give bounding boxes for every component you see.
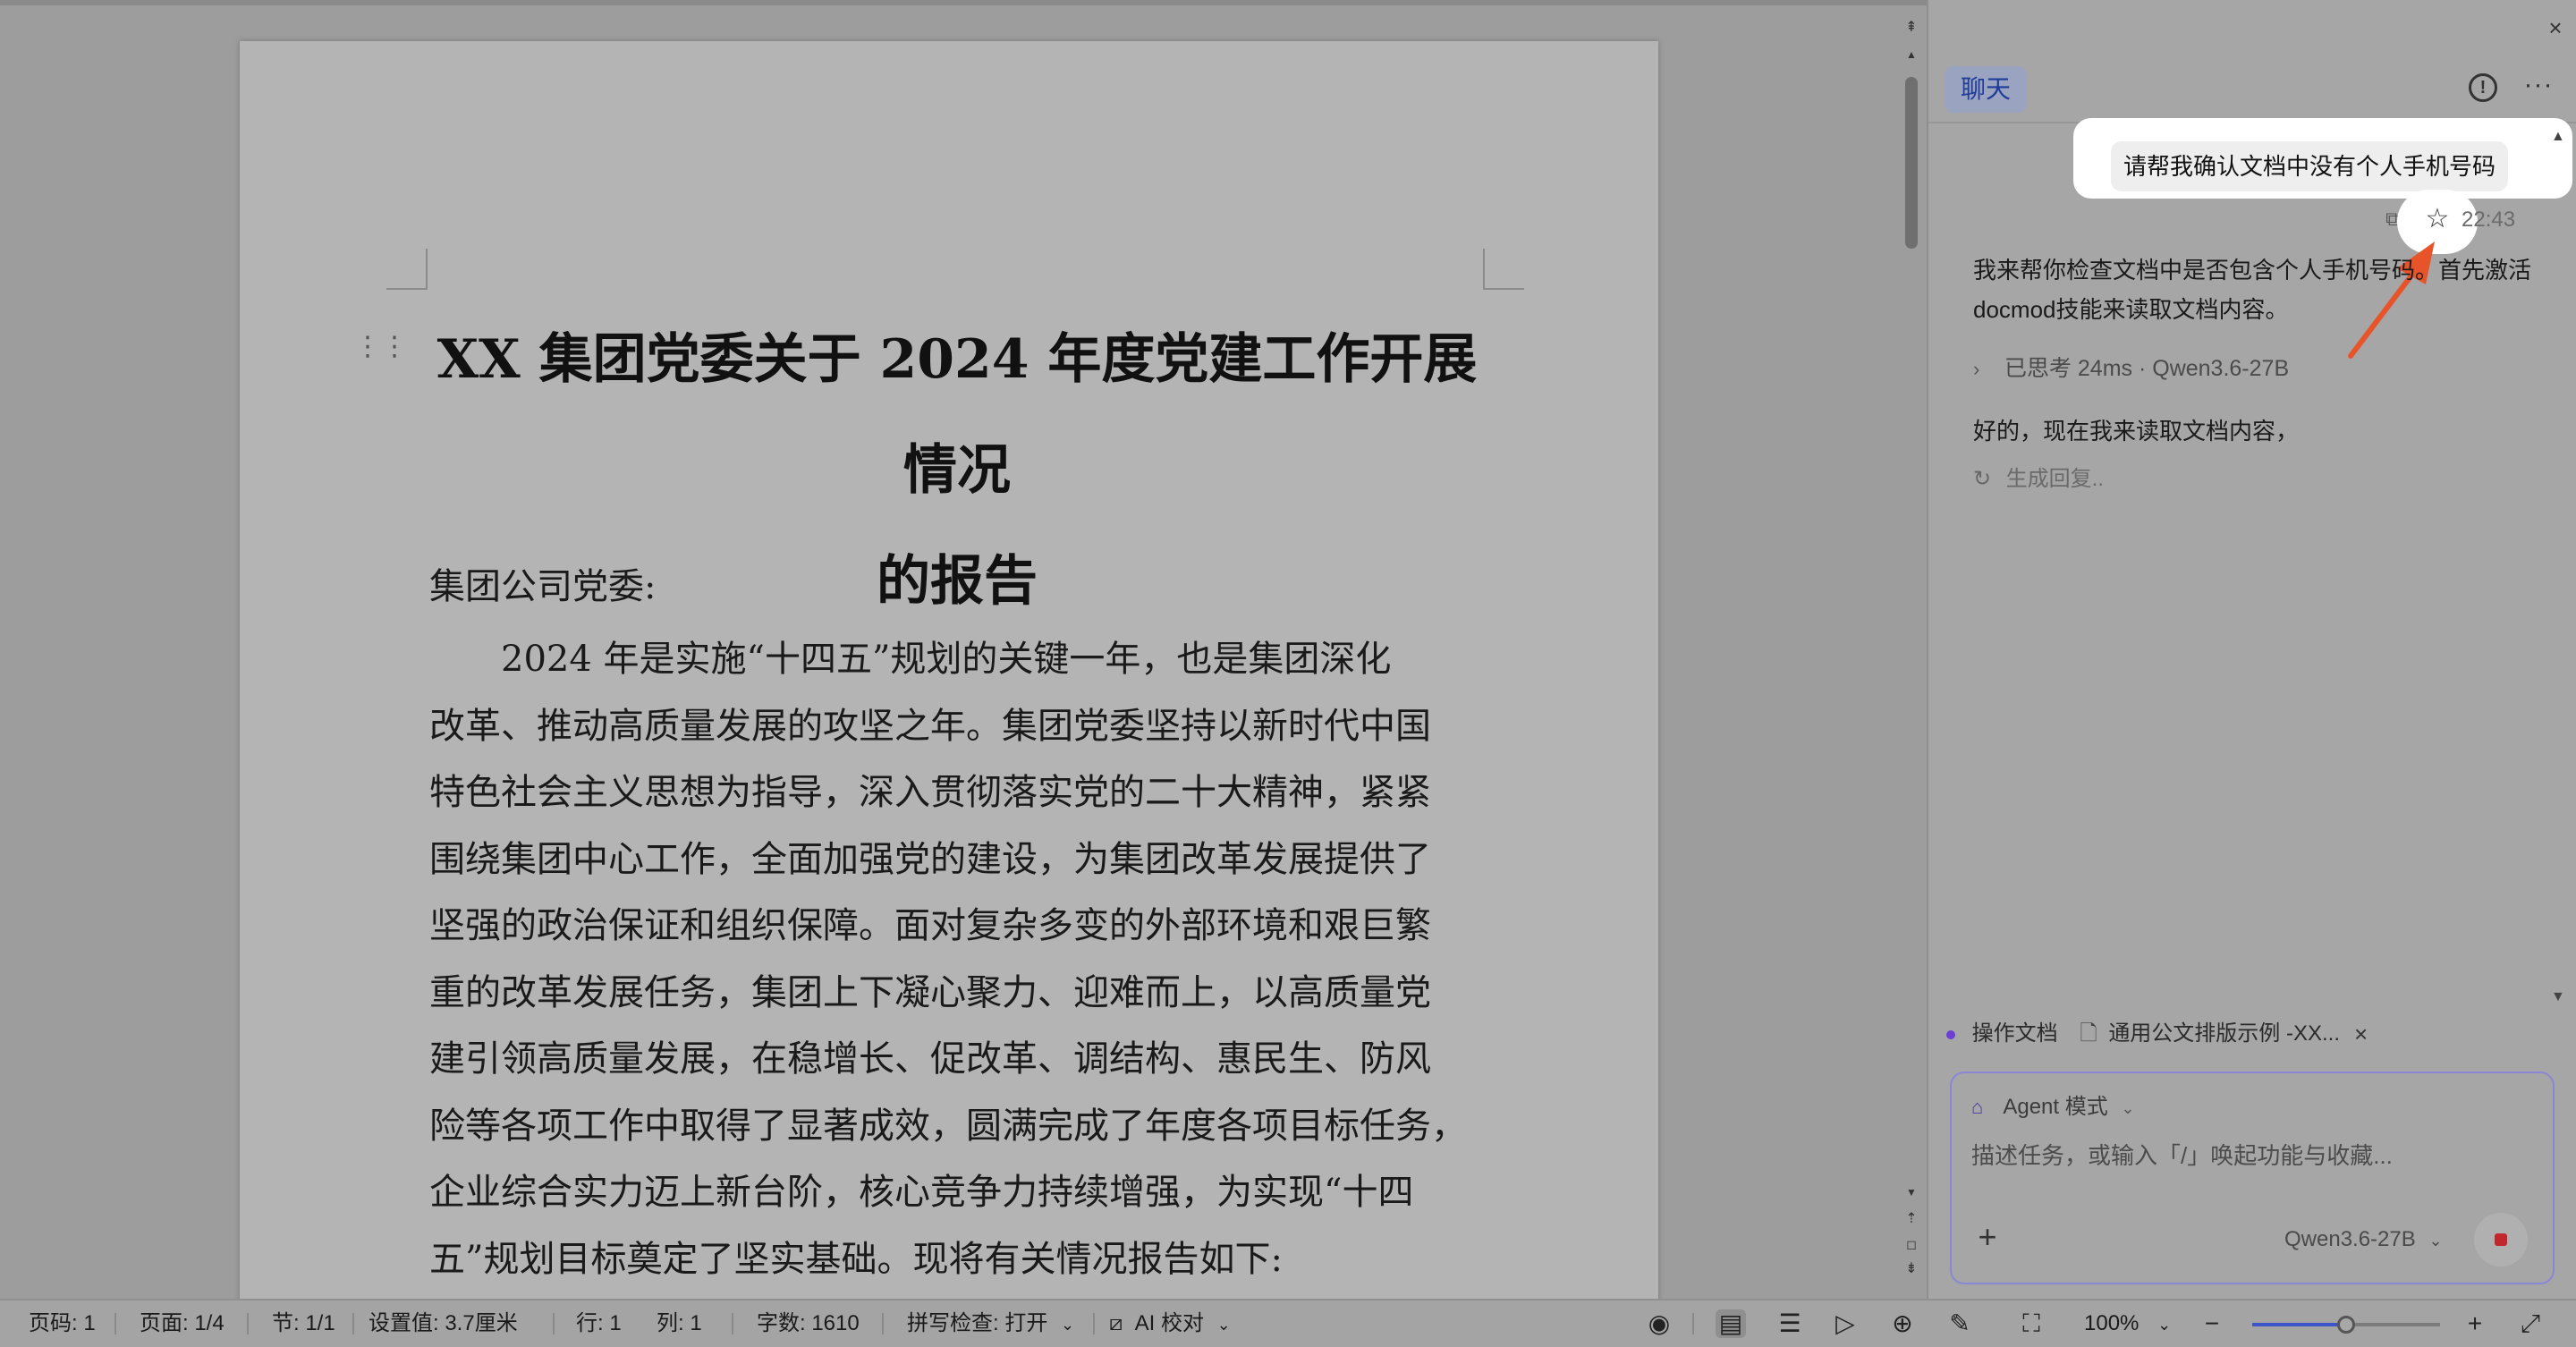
status-word-count[interactable]: 字数: 1610 (757, 1300, 860, 1347)
body-line: 围绕集团中心工作，全面加强党的建设，为集团改革发展提供了 (429, 838, 1431, 880)
body-line: 重的改革发展任务，集团上下凝心聚力、迎难而上，以高质量党 (429, 971, 1431, 1013)
status-divider (247, 1313, 249, 1334)
status-row[interactable]: 行: 1 (576, 1300, 622, 1347)
message-timestamp: 22:43 (2462, 208, 2516, 232)
margin-corner-right (1483, 249, 1524, 290)
body-line: 特色社会主义思想为指导，深入贯彻落实党的二十大精神，紧紧 (429, 772, 1431, 813)
scroll-down-icon[interactable]: ▼ (1900, 1182, 1923, 1202)
status-page-code[interactable]: 页码: 1 (29, 1300, 96, 1347)
proofread-icon: ⧄ (1109, 1311, 1123, 1335)
status-divider (882, 1313, 884, 1334)
stop-generating-button[interactable] (2474, 1213, 2528, 1267)
ai-reply: 我来帮你检查文档中是否包含个人手机号码。首先激活docmod技能来读取文档内容。 (1973, 257, 2532, 323)
star-icon[interactable]: ☆ (2422, 204, 2453, 234)
drag-handle-icon[interactable]: ⋮⋮ (354, 331, 408, 363)
fit-page-icon[interactable]: ⛶ (2016, 1309, 2046, 1338)
prompt-input[interactable] (1971, 1138, 2508, 1173)
ai-proof-label: AI 校对 (1134, 1311, 1204, 1335)
info-icon[interactable]: ! (2469, 73, 2497, 102)
body-line: 建引领高质量发展，在稳增长、促改革、调结构、惠民生、防风 (429, 1038, 1431, 1080)
outline-view-icon[interactable]: ☰ (1775, 1309, 1805, 1338)
chevron-down-icon: ⌄ (2428, 1232, 2443, 1250)
chevron-down-icon: ⌄ (2157, 1316, 2172, 1334)
spell-check-toggle[interactable]: 拼写检查: 打开 ⌄ (907, 1300, 1074, 1347)
zoom-out-icon[interactable]: − (2197, 1309, 2227, 1338)
eye-icon[interactable]: ◉ (1644, 1309, 1674, 1338)
status-divider (114, 1313, 116, 1334)
scroll-top-icon[interactable]: ⇞ (1900, 18, 1923, 38)
model-label: Qwen3.6-27B (2284, 1227, 2416, 1251)
status-bar: 页码: 1 页面: 1/4 节: 1/1 设置值: 3.7厘米 行: 1 列: … (0, 1299, 2576, 1347)
margin-corner-left (386, 249, 428, 290)
next-page-icon[interactable]: ⇟ (1900, 1259, 1923, 1279)
ai-reply: 好的，现在我来读取文档内容， (1973, 418, 2300, 445)
body-line: 改革、推动高质量发展的攻坚之年。集团党委坚持以新时代中国 (429, 705, 1431, 747)
page-view-icon[interactable]: ▤ (1716, 1309, 1746, 1338)
robot-icon: ⌂ (1971, 1096, 1984, 1118)
status-divider (352, 1313, 354, 1334)
context-doc-name: 通用公文排版示例 -XX... (2108, 1021, 2340, 1046)
ai-proofread-button[interactable]: ⧄ AI 校对 ⌄ (1109, 1300, 1231, 1347)
select-browse-object-icon[interactable]: ◻ (1900, 1234, 1923, 1254)
status-divider (1692, 1313, 1694, 1334)
tab-chat[interactable]: 聊天 (1945, 66, 2027, 113)
zoom-slider-fill (2252, 1323, 2346, 1326)
zoom-value: 100% (2084, 1311, 2140, 1335)
document-body[interactable]: 2024 年是实施“十四五”规划的关键一年，也是集团深化 改革、推动高质量发展的… (429, 626, 1499, 1292)
chevron-right-icon: › (1973, 358, 1980, 380)
body-line: 企业综合实力迈上新台阶，核心竞争力持续增强，为实现“十四 (429, 1172, 1414, 1213)
zoom-in-icon[interactable]: + (2460, 1309, 2490, 1338)
chevron-down-icon: ⌄ (2121, 1099, 2135, 1117)
status-page[interactable]: 页面: 1/4 (140, 1300, 225, 1347)
zoom-slider[interactable] (2252, 1316, 2440, 1334)
status-col[interactable]: 列: 1 (657, 1300, 702, 1347)
remove-context-icon[interactable]: × (2354, 1016, 2368, 1052)
scroll-up-icon[interactable]: ▲ (1900, 45, 1923, 64)
title-line: XX 集团党委关于 2024 年度党建工作开展情况 (436, 328, 1478, 502)
generating-status: ↻ 生成回复.. (1973, 463, 2104, 496)
document-icon: 🗋 (2080, 1021, 2097, 1046)
close-icon[interactable]: × (2542, 14, 2569, 41)
thought-label: 已思考 24ms · Qwen3.6-27B (2004, 356, 2290, 381)
body-line: 2024 年是实施“十四五”规划的关键一年，也是集团深化 (429, 639, 1392, 680)
context-dot (1946, 1029, 1955, 1039)
pen-icon[interactable]: ✎ (1945, 1309, 1975, 1338)
body-line: 五”规划目标奠定了坚实基础。现将有关情况报告如下: (429, 1238, 1283, 1280)
document-area: ⋮⋮ XX 集团党委关于 2024 年度党建工作开展情况 的报告 集团公司党委:… (0, 0, 1927, 1299)
spell-check-label: 拼写检查: 打开 (907, 1311, 1048, 1335)
play-icon[interactable]: ▷ (1830, 1309, 1860, 1338)
chevron-down-icon: ⌄ (1061, 1316, 1075, 1334)
loading-icon: ↻ (1973, 467, 1992, 491)
generating-label: 生成回复.. (2005, 467, 2105, 491)
status-setting[interactable]: 设置值: 3.7厘米 (369, 1300, 518, 1347)
chevron-down-icon: ⌄ (1216, 1316, 1231, 1334)
status-section[interactable]: 节: 1/1 (272, 1300, 335, 1347)
thought-toggle[interactable]: › 已思考 24ms · Qwen3.6-27B (1973, 351, 2289, 387)
model-select[interactable]: Qwen3.6-27B ⌄ (2284, 1225, 2443, 1255)
panel-scroll-up-icon[interactable]: ▲ (2551, 129, 2565, 145)
zoom-select[interactable]: 100% ⌄ (2084, 1300, 2171, 1347)
salutation[interactable]: 集团公司党委: (429, 560, 656, 614)
document-scrollbar[interactable]: ⇞ ▲ ▼ ⇡ ◻ ⇟ (1896, 0, 1927, 1299)
fullscreen-icon[interactable]: ⤢ (2515, 1309, 2546, 1338)
status-divider (1093, 1313, 1095, 1334)
zoom-slider-thumb[interactable] (2337, 1316, 2355, 1334)
body-line: 险等各项工作中取得了显著成效，圆满完成了年度各项目标任务， (429, 1105, 1467, 1147)
user-message-bubble: 请帮我确认文档中没有个人手机号码 (2111, 141, 2508, 191)
status-divider (732, 1313, 733, 1334)
agent-mode-select[interactable]: ⌂ Agent 模式 ⌄ (1971, 1093, 2135, 1122)
chat-input-box[interactable]: ⌂ Agent 模式 ⌄ + Qwen3.6-27B ⌄ (1950, 1072, 2555, 1284)
context-label: 操作文档 (1971, 1021, 2058, 1046)
status-divider (553, 1313, 555, 1334)
more-icon[interactable]: ··· (2521, 72, 2556, 104)
web-view-icon[interactable]: ⊕ (1887, 1309, 1918, 1338)
agent-mode-label: Agent 模式 (2003, 1095, 2108, 1119)
body-line: 坚强的政治保证和组织保障。面对复杂多变的外部环境和艰巨繁 (429, 905, 1431, 946)
panel-scroll-down-icon[interactable]: ▼ (2551, 989, 2565, 1005)
context-document[interactable]: 操作文档 🗋 通用公文排版示例 -XX... (1946, 1016, 2340, 1052)
add-icon[interactable]: + (1971, 1221, 2004, 1254)
prev-page-icon[interactable]: ⇡ (1900, 1209, 1923, 1229)
stop-icon (2495, 1233, 2507, 1246)
scroll-thumb[interactable] (1905, 77, 1918, 249)
